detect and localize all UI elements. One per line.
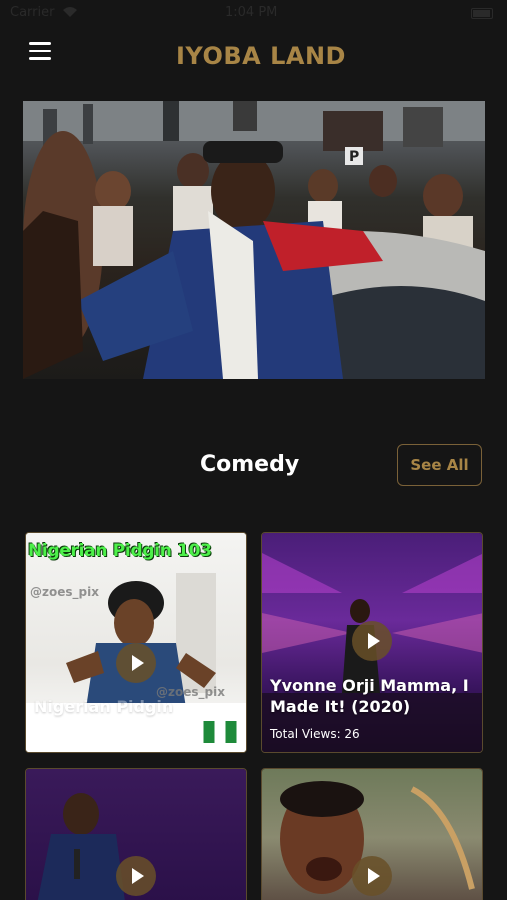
video-title: Nigerian Pidgin xyxy=(34,697,174,716)
video-title: Yvonne Orji Mamma, I xyxy=(270,676,469,695)
featured-video-thumbnail: P xyxy=(23,101,485,379)
video-title: Made It! (2020) xyxy=(270,697,411,716)
clock-label: 1:04 PM xyxy=(225,5,278,20)
video-card[interactable] xyxy=(261,768,483,900)
hamburger-menu-icon[interactable] xyxy=(29,42,51,60)
play-button[interactable] xyxy=(116,643,156,683)
video-card[interactable] xyxy=(25,768,247,900)
svg-text:P: P xyxy=(349,149,359,165)
battery-icon xyxy=(471,8,493,19)
play-button[interactable] xyxy=(352,621,392,661)
section-title: Comedy xyxy=(200,452,300,477)
app-logo: IYOBA LAND xyxy=(176,42,346,70)
featured-video[interactable]: P xyxy=(23,101,485,379)
status-bar: Carrier 1:04 PM xyxy=(0,0,507,28)
watermark-text: @zoes_pix xyxy=(30,585,99,599)
comedy-section-header: Comedy See All xyxy=(0,444,507,486)
play-button[interactable] xyxy=(352,856,392,896)
video-card[interactable]: Yvonne Orji Mamma, I Made It! (2020) Tot… xyxy=(261,532,483,753)
app-header: IYOBA LAND xyxy=(0,28,507,88)
video-card[interactable]: Nigerian Pidgin 103 @zoes_pix @zoes_pix … xyxy=(25,532,247,753)
carrier-label: Carrier xyxy=(10,5,55,20)
play-button[interactable] xyxy=(116,856,156,896)
wifi-icon xyxy=(63,7,77,17)
see-all-button[interactable]: See All xyxy=(397,444,482,486)
total-views: Total Views: 26 xyxy=(270,727,360,741)
nigeria-flag-icon xyxy=(203,721,237,743)
video-banner-text: Nigerian Pidgin 103 xyxy=(28,541,212,561)
